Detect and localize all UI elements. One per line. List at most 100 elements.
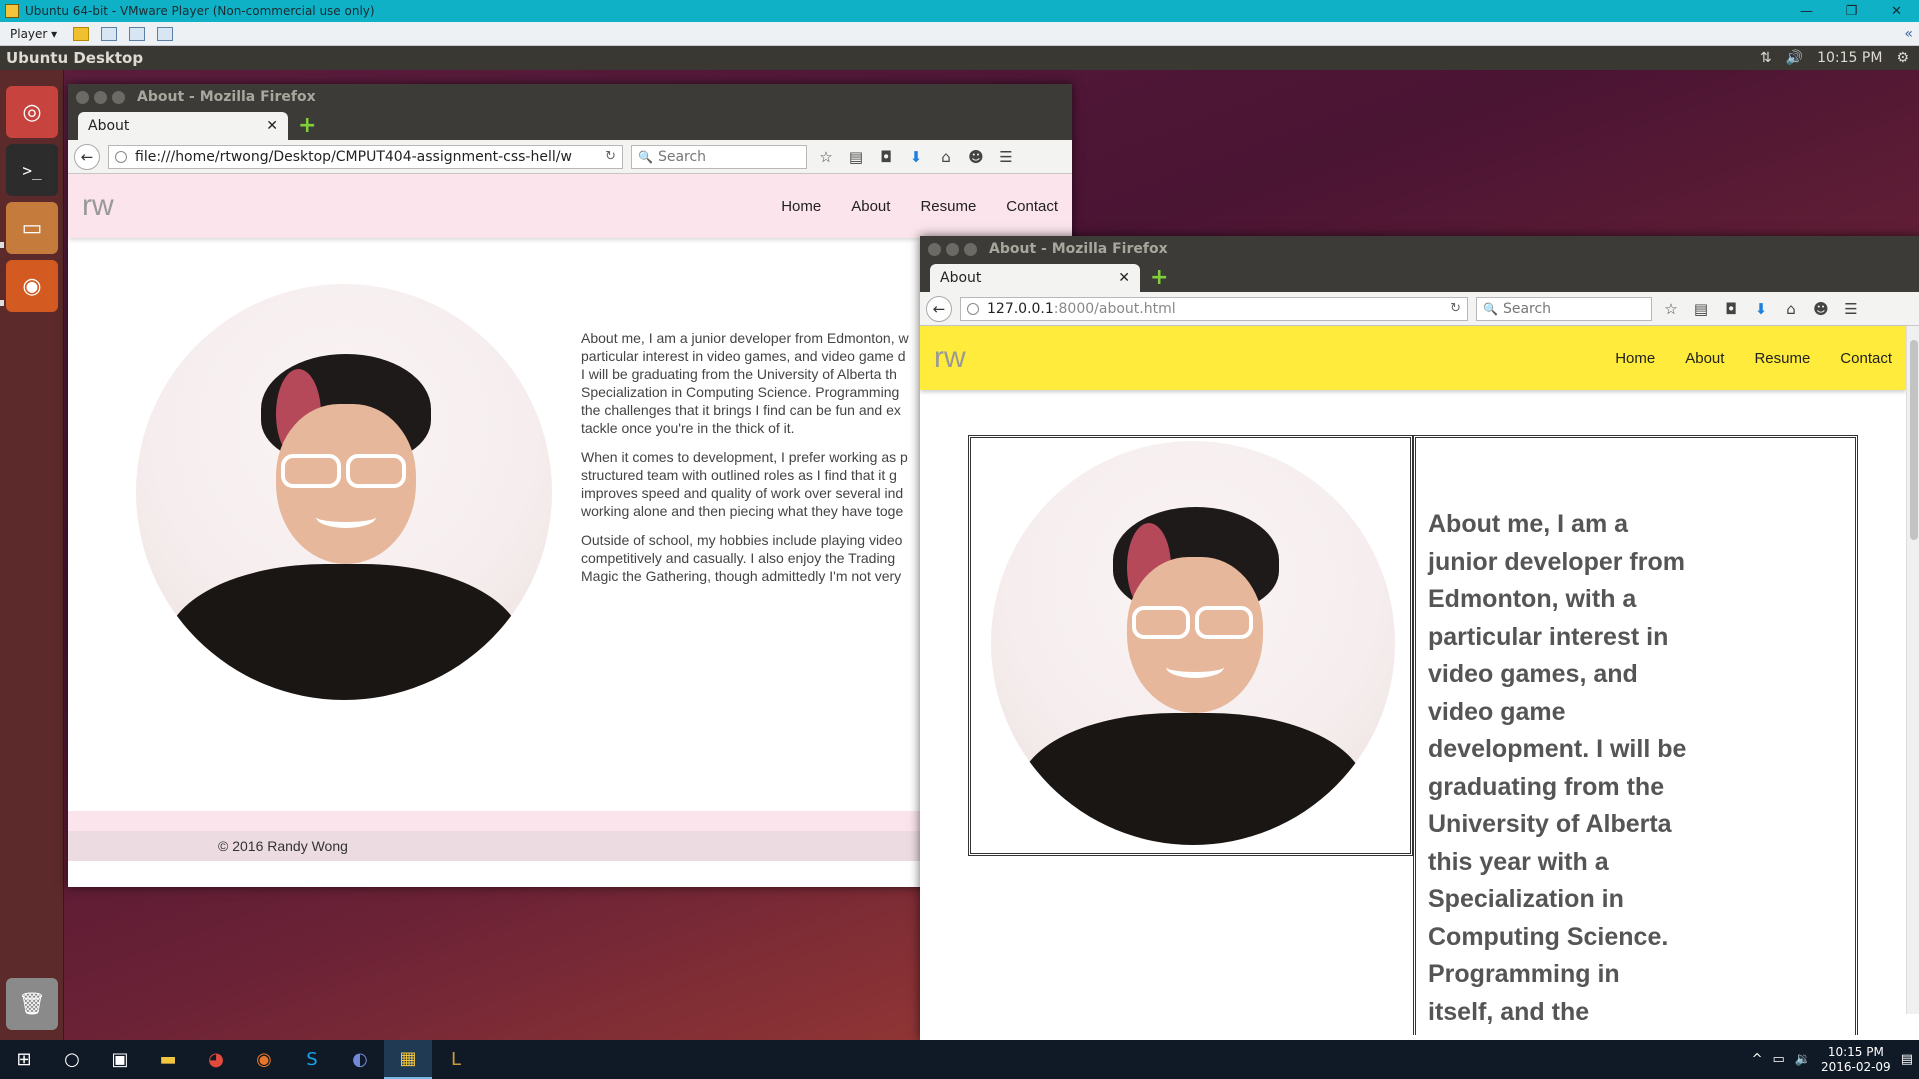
nav-home[interactable]: Home xyxy=(1615,350,1655,367)
bookmark-star-icon[interactable]: ☆ xyxy=(815,148,837,166)
vmware-logo-icon xyxy=(5,4,19,18)
photo-glasses-left xyxy=(281,454,341,488)
volume-tray-icon[interactable]: 🔉 xyxy=(1795,1052,1811,1067)
menu-icon[interactable]: ☰ xyxy=(995,148,1017,166)
discord-icon[interactable]: ◐ xyxy=(336,1040,384,1079)
close-tab-icon[interactable]: ✕ xyxy=(266,118,278,134)
site-logo[interactable]: rw xyxy=(82,189,114,223)
downloads-icon[interactable]: ⬇ xyxy=(1750,300,1772,318)
text-line: video game xyxy=(1428,697,1566,726)
text-line: structured team with outlined roles as I… xyxy=(581,467,897,483)
nav-contact[interactable]: Contact xyxy=(1840,350,1892,367)
task-view-icon[interactable]: ▣ xyxy=(96,1040,144,1079)
action-center-icon[interactable]: ▤ xyxy=(1901,1052,1913,1067)
url-host: 127.0.0.1 xyxy=(987,300,1054,317)
network-icon[interactable]: ⇅ xyxy=(1760,50,1772,66)
unity-icon[interactable] xyxy=(157,26,174,41)
close-window-button[interactable] xyxy=(76,90,89,104)
text-line: When it comes to development, I prefer w… xyxy=(581,449,908,465)
url-bar[interactable]: file:///home/rtwong/Desktop/CMPUT404-ass… xyxy=(108,144,623,169)
reload-icon[interactable]: ↻ xyxy=(605,149,616,164)
reading-list-icon[interactable]: ▤ xyxy=(1690,300,1712,318)
nav-contact[interactable]: Contact xyxy=(1006,198,1058,215)
close-window-button[interactable] xyxy=(928,242,941,256)
vmware-title-bar: Ubuntu 64-bit - VMware Player (Non-comme… xyxy=(0,0,1919,22)
back-button[interactable]: ← xyxy=(74,143,100,170)
downloads-icon[interactable]: ⬇ xyxy=(905,148,927,166)
reload-icon[interactable]: ↻ xyxy=(1450,301,1461,316)
fullscreen-icon[interactable] xyxy=(129,26,146,41)
panel-clock[interactable]: 10:15 PM xyxy=(1817,50,1882,66)
nav-about[interactable]: About xyxy=(851,198,890,215)
file-explorer-icon[interactable]: ▬ xyxy=(144,1040,192,1079)
bookmark-star-icon[interactable]: ☆ xyxy=(1660,300,1682,318)
maximize-window-button[interactable] xyxy=(112,90,125,104)
text-line: particular interest in xyxy=(1428,622,1669,651)
pause-icon[interactable] xyxy=(73,26,90,41)
terminal-icon[interactable]: >_ xyxy=(6,144,58,196)
scrollbar-thumb[interactable] xyxy=(1910,340,1918,540)
league-client-icon[interactable]: L xyxy=(432,1040,480,1079)
settings-gear-icon[interactable]: ⚙ xyxy=(1896,50,1909,66)
vmware-taskbar-icon[interactable]: ▦ xyxy=(384,1040,432,1079)
files-icon[interactable]: ▭ xyxy=(6,202,58,254)
page-scrollbar[interactable] xyxy=(1906,326,1919,1014)
clock-time: 10:15 PM xyxy=(1827,1044,1884,1059)
home-icon[interactable]: ⌂ xyxy=(935,148,957,166)
site-info-icon[interactable] xyxy=(115,150,127,163)
cortana-search-icon[interactable]: ○ xyxy=(48,1040,96,1079)
send-ctrl-alt-del-icon[interactable] xyxy=(101,26,118,41)
skype-icon[interactable]: S xyxy=(288,1040,336,1079)
url-bar[interactable]: 127.0.0.1:8000/about.html ↻ xyxy=(960,296,1468,321)
network-tray-icon[interactable]: ▭ xyxy=(1772,1052,1784,1067)
nav-resume[interactable]: Resume xyxy=(920,198,976,215)
maximize-button[interactable]: ❐ xyxy=(1829,4,1874,19)
maximize-window-button[interactable] xyxy=(964,242,977,256)
dash-home-icon[interactable]: ◎ xyxy=(6,86,58,138)
windows-taskbar: ⊞ ○ ▣ ▬ ◕ ◉ S ◐ ▦ L ^ ▭ 🔉 10:15 PM 2016-… xyxy=(0,1040,1919,1079)
minimize-button[interactable]: — xyxy=(1784,4,1829,19)
trash-icon[interactable]: 🗑 xyxy=(6,978,58,1030)
pocket-icon[interactable]: ◘ xyxy=(1720,300,1742,318)
search-box[interactable]: 🔍 Search xyxy=(1476,296,1652,321)
minimize-window-button[interactable] xyxy=(94,90,107,104)
chat-icon[interactable]: ☻ xyxy=(965,148,987,166)
player-menu[interactable]: Player ▾ xyxy=(0,27,67,41)
home-icon[interactable]: ⌂ xyxy=(1780,300,1802,318)
site-logo[interactable]: rw xyxy=(934,341,966,375)
search-box[interactable]: 🔍 Search xyxy=(631,144,807,169)
chrome-icon[interactable]: ◕ xyxy=(192,1040,240,1079)
firefox-icon[interactable]: ◉ xyxy=(6,260,58,312)
search-placeholder: Search xyxy=(657,148,707,165)
close-button[interactable]: ✕ xyxy=(1874,4,1919,19)
site-info-icon[interactable] xyxy=(967,302,979,315)
tab-about[interactable]: About ✕ xyxy=(930,264,1140,292)
back-button[interactable]: ← xyxy=(926,295,952,322)
taskbar-clock[interactable]: 10:15 PM 2016-02-09 xyxy=(1821,1045,1891,1075)
volume-icon[interactable]: 🔊 xyxy=(1786,50,1803,66)
firefox-taskbar-icon[interactable]: ◉ xyxy=(240,1040,288,1079)
tab-about[interactable]: About ✕ xyxy=(78,112,288,140)
reading-list-icon[interactable]: ▤ xyxy=(845,148,867,166)
chat-icon[interactable]: ☻ xyxy=(1810,300,1832,318)
pocket-icon[interactable]: ◘ xyxy=(875,148,897,166)
new-tab-button[interactable]: + xyxy=(1140,265,1178,292)
text-line: improves speed and quality of work over … xyxy=(581,485,904,501)
profile-photo xyxy=(136,284,552,700)
nav-home[interactable]: Home xyxy=(781,198,821,215)
start-button-icon[interactable]: ⊞ xyxy=(0,1040,48,1079)
minimize-window-button[interactable] xyxy=(946,242,959,256)
text-line: Computing Science. xyxy=(1428,922,1669,951)
tray-expand-icon[interactable]: ^ xyxy=(1752,1052,1763,1067)
new-tab-button[interactable]: + xyxy=(288,113,326,140)
running-indicator xyxy=(0,300,4,306)
window-title: About - Mozilla Firefox xyxy=(137,89,316,105)
text-line: the challenges that it brings I find can… xyxy=(581,402,901,418)
menu-icon[interactable]: ☰ xyxy=(1840,300,1862,318)
text-line: Edmonton, with a xyxy=(1428,585,1637,613)
close-tab-icon[interactable]: ✕ xyxy=(1118,270,1130,286)
nav-about[interactable]: About xyxy=(1685,350,1724,367)
collapse-toolbar-icon[interactable]: « xyxy=(1904,26,1913,42)
text-line: Programming in xyxy=(1428,960,1620,988)
nav-resume[interactable]: Resume xyxy=(1754,350,1810,367)
